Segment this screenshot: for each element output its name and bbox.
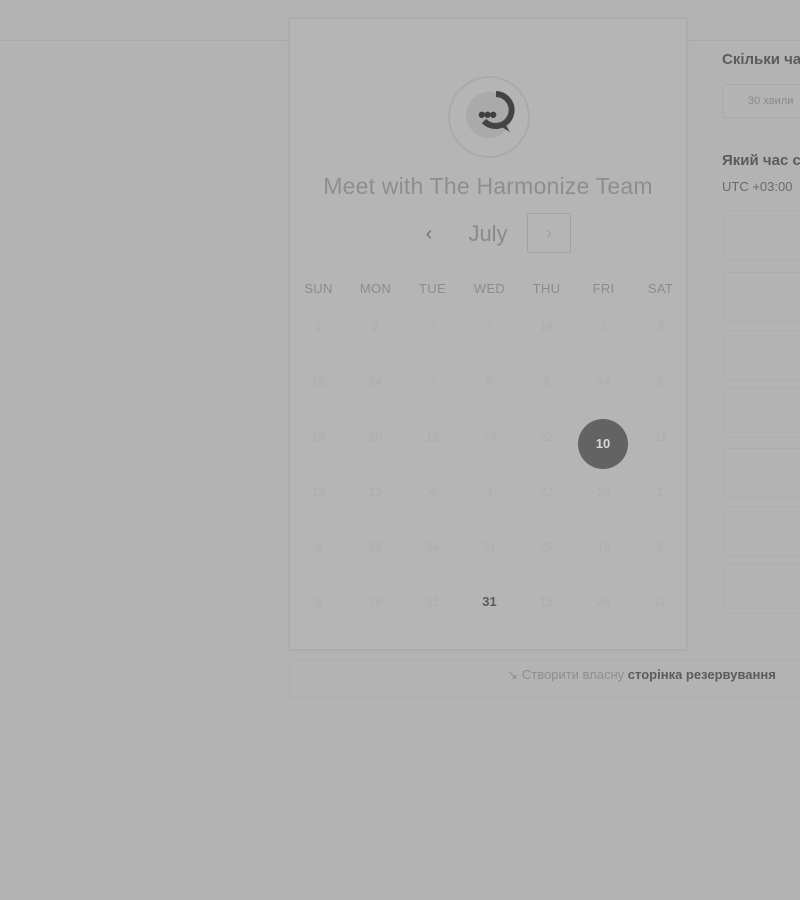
calendar-day-selected[interactable]: 10 [578,419,628,469]
calendar-day[interactable]: 26 [347,592,404,612]
calendar-day[interactable]: 13 [575,537,632,557]
calendar-day[interactable]: 29 [518,537,575,557]
calendar-day[interactable]: 18 [290,482,347,502]
calendar-day[interactable]: 8 [290,592,347,612]
timezone-label[interactable]: UTC +03:00 [722,179,792,194]
booking-card: ••• Meet with The Harmonize Team ‹ July … [289,18,687,650]
footer-text: Створити власну [521,667,625,682]
calendar-day[interactable]: 16 [290,372,347,392]
time-slot[interactable] [724,272,800,322]
calendar-day[interactable]: 3 [404,317,461,337]
time-slot[interactable] [724,564,800,614]
calendar-day[interactable]: 21 [461,537,518,557]
calendar-day-available[interactable]: 31 [461,592,518,612]
time-slot[interactable] [724,448,800,498]
calendar-day[interactable]: 9 [290,537,347,557]
calendar-day[interactable]: 9 [518,372,575,392]
duration-question: Скільки ча [722,51,800,68]
calendar-day[interactable]: 22 [518,482,575,502]
calendar-day[interactable]: 24 [347,372,404,392]
calendar-day[interactable]: 28 [575,592,632,612]
calendar-day[interactable]: 13 [518,592,575,612]
calendar-day[interactable]: 8 [461,372,518,392]
calendar-day[interactable]: 24 [575,372,632,392]
calendar-day[interactable]: 10 [290,427,347,447]
calendar-day[interactable]: 4 [404,482,461,502]
calendar-day[interactable]: 18 [518,317,575,337]
duration-value: 30 хвили [748,95,794,107]
time-question: Який час с [722,152,800,169]
calendar-day[interactable]: 20 [347,427,404,447]
calendar-day[interactable]: 5 [632,372,689,392]
duration-select[interactable]: 30 хвили [722,84,800,118]
time-slot[interactable] [724,210,800,260]
calendar-grid: 1 2 3 7 18 2 3 16 24 7 8 9 24 5 10 20 12 19 22 10 21 18 13 4 4 22… [290,19,686,651]
calendar-day[interactable]: 8 [632,537,689,557]
time-slot[interactable] [724,388,800,438]
calendar-day[interactable]: 22 [347,537,404,557]
calendar-day[interactable]: 21 [632,427,689,447]
calendar-day[interactable]: 1 [290,317,347,337]
calendar-day[interactable]: 17 [632,592,689,612]
time-slot[interactable] [724,506,800,556]
calendar-day[interactable]: 24 [404,537,461,557]
calendar-day[interactable]: 7 [461,317,518,337]
calendar-day[interactable]: 19 [461,427,518,447]
calendar-day[interactable]: 22 [518,427,575,447]
right-panel: Скільки ча 30 хвили Який час с UTC +03:0… [722,0,800,900]
calendar-day[interactable]: 7 [404,372,461,392]
calendar-day[interactable]: 4 [461,482,518,502]
calendar-day[interactable]: 2 [347,317,404,337]
calendar-day[interactable]: 13 [347,482,404,502]
calendar-day[interactable]: 3 [632,317,689,337]
calendar-day[interactable]: 31 [404,592,461,612]
calendar-day[interactable]: 12 [404,427,461,447]
calendar-day[interactable]: 1 [632,482,689,502]
time-slot[interactable] [724,330,800,380]
calendar-day[interactable]: 2 [575,317,632,337]
sprocket-icon: ↘ [507,667,518,682]
calendar-day[interactable]: 20 [575,482,632,502]
